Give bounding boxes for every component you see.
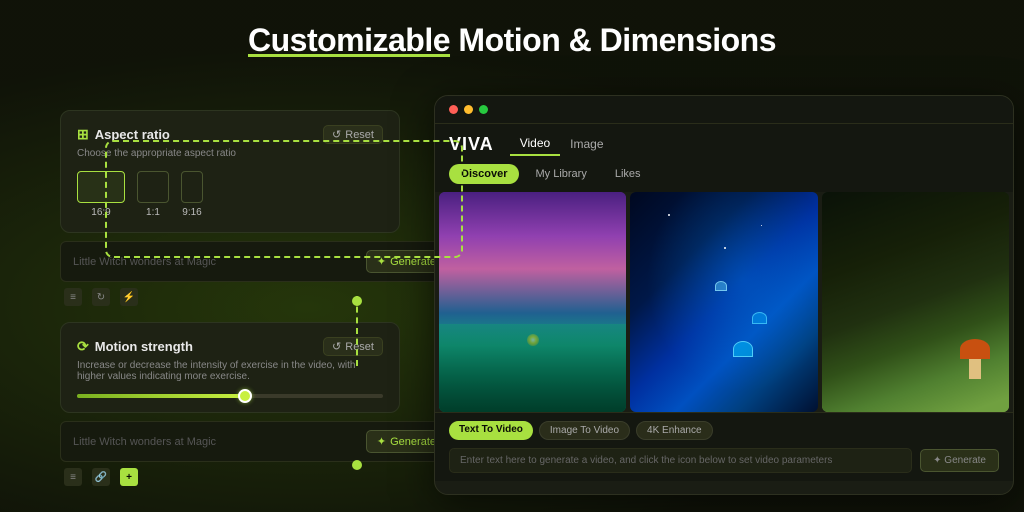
input-bar-2: Little Witch wonders at Magic ✦ Generate	[60, 421, 460, 462]
viva-bottom-bar: Text To Video Image To Video 4K Enhance …	[435, 412, 1013, 481]
generate-icon-1: ✦	[377, 255, 386, 268]
toolbar-equalizer-icon[interactable]: ≡	[64, 288, 82, 306]
viva-tab-likes[interactable]: Likes	[603, 164, 653, 184]
dot-connector-top	[352, 296, 362, 306]
aspect-label-1-1: 1:1	[146, 207, 160, 218]
star1	[668, 214, 670, 216]
aspect-card-title: Aspect ratio	[95, 127, 170, 142]
viva-titlebar	[435, 96, 1013, 124]
motion-card-subtitle: Increase or decrease the intensity of ex…	[77, 360, 383, 382]
viva-text-input[interactable]: Enter text here to generate a video, and…	[449, 448, 912, 473]
jellyfish2	[752, 312, 767, 324]
slider-container	[77, 394, 383, 398]
pill-image-to-video[interactable]: Image To Video	[539, 421, 630, 440]
pill-4k-enhance[interactable]: 4K Enhance	[636, 421, 713, 440]
jellyfish1	[733, 341, 753, 357]
aspect-box-16-9[interactable]	[77, 171, 125, 203]
aspect-ratio-card: ⊞ Aspect ratio ↺ Reset Choose the approp…	[60, 110, 400, 233]
mushroom-cap	[960, 339, 990, 359]
pill-text-to-video[interactable]: Text To Video	[449, 421, 533, 440]
title-word-customizable: Customizable	[248, 22, 450, 58]
aspect-card-header: ⊞ Aspect ratio ↺ Reset	[77, 125, 383, 144]
dot-connector-bottom	[352, 460, 362, 470]
aspect-icon: ⊞	[77, 126, 89, 143]
motion-reset-button[interactable]: ↺ Reset	[323, 337, 383, 356]
generate-icon-2: ✦	[377, 435, 386, 448]
left-section: ⊞ Aspect ratio ↺ Reset Choose the approp…	[60, 110, 460, 486]
aspect-item-9-16[interactable]: 9:16	[181, 171, 203, 218]
title-rest: Motion & Dimensions	[450, 22, 776, 58]
motion-card-title-row: ⟳ Motion strength	[77, 338, 193, 355]
aspect-ratio-options: 16:9 1:1 9:16	[77, 171, 383, 218]
viva-gen-icon: ✦	[933, 455, 941, 466]
viva-nav-video[interactable]: Video	[510, 132, 560, 156]
motion-icon: ⟳	[77, 338, 89, 355]
input-bar-1: Little Witch wonders at Magic ✦ Generate	[60, 241, 460, 282]
toolbar-lightning-icon[interactable]: ⚡	[120, 288, 138, 306]
slider-fill	[77, 394, 245, 398]
motion-reset-label: Reset	[345, 341, 374, 353]
motion-strength-card: ⟳ Motion strength ↺ Reset Increase or de…	[60, 322, 400, 413]
motion-reset-icon: ↺	[332, 340, 341, 353]
input-placeholder-1: Little Witch wonders at Magic	[73, 256, 216, 268]
viva-input-row: Enter text here to generate a video, and…	[449, 448, 999, 473]
aspect-box-9-16[interactable]	[181, 171, 203, 203]
aspect-card-title-row: ⊞ Aspect ratio	[77, 126, 170, 143]
aspect-item-1-1[interactable]: 1:1	[137, 171, 169, 218]
gallery-item-1	[439, 192, 626, 412]
titlebar-dot-maximize[interactable]	[479, 105, 488, 114]
toolbar2-plus-icon[interactable]: +	[120, 468, 138, 486]
toolbar-row-2: ≡ 🔗 +	[60, 468, 460, 486]
viva-tab-library[interactable]: My Library	[523, 164, 598, 184]
viva-tab-discover[interactable]: Discover	[449, 164, 519, 184]
action-pills: Text To Video Image To Video 4K Enhance	[449, 421, 999, 440]
aspect-card-subtitle: Choose the appropriate aspect ratio	[77, 148, 383, 159]
viva-generate-button[interactable]: ✦ Generate	[920, 449, 999, 472]
page-title: Customizable Motion & Dimensions	[0, 0, 1024, 59]
viva-logo: VIVA	[449, 134, 494, 155]
motion-card-title: Motion strength	[95, 339, 193, 354]
viva-panel: VIVA Video Image Discover My Library Lik…	[434, 95, 1014, 495]
star2	[724, 247, 726, 249]
gallery-item-3	[822, 192, 1009, 412]
viva-nav-image[interactable]: Image	[560, 133, 613, 155]
generate-label-2: Generate	[390, 436, 436, 448]
aspect-label-16-9: 16:9	[91, 207, 110, 218]
aspect-reset-button[interactable]: ↺ Reset	[323, 125, 383, 144]
water-reflection	[439, 324, 626, 412]
titlebar-dot-close[interactable]	[449, 105, 458, 114]
mushroom-stem	[969, 359, 981, 379]
toolbar-refresh-icon[interactable]: ↻	[92, 288, 110, 306]
aspect-item-16-9[interactable]: 16:9	[77, 171, 125, 218]
input-placeholder-2: Little Witch wonders at Magic	[73, 436, 216, 448]
viva-tabs: Discover My Library Likes	[435, 156, 1013, 192]
viva-gen-label: Generate	[944, 455, 986, 466]
mushroom	[960, 339, 990, 379]
gallery	[435, 192, 1013, 412]
generate-label-1: Generate	[390, 256, 436, 268]
aspect-box-1-1[interactable]	[137, 171, 169, 203]
toolbar2-link-icon[interactable]: 🔗	[92, 468, 110, 486]
toolbar2-equalizer-icon[interactable]: ≡	[64, 468, 82, 486]
titlebar-dot-minimize[interactable]	[464, 105, 473, 114]
viva-navbar: VIVA Video Image	[435, 124, 1013, 156]
toolbar-row-1: ≡ ↻ ⚡	[60, 288, 460, 306]
motion-card-header: ⟳ Motion strength ↺ Reset	[77, 337, 383, 356]
reset-icon: ↺	[332, 128, 341, 141]
slider-thumb[interactable]	[238, 389, 252, 403]
page-content: Customizable Motion & Dimensions ⊞ Aspec…	[0, 0, 1024, 512]
jellyfish3	[715, 281, 727, 291]
slider-track[interactable]	[77, 394, 383, 398]
galaxy-glow	[630, 192, 817, 412]
forest-bg	[822, 192, 1009, 412]
aspect-label-9-16: 9:16	[182, 207, 201, 218]
aspect-reset-label: Reset	[345, 129, 374, 141]
gallery-item-2	[630, 192, 817, 412]
